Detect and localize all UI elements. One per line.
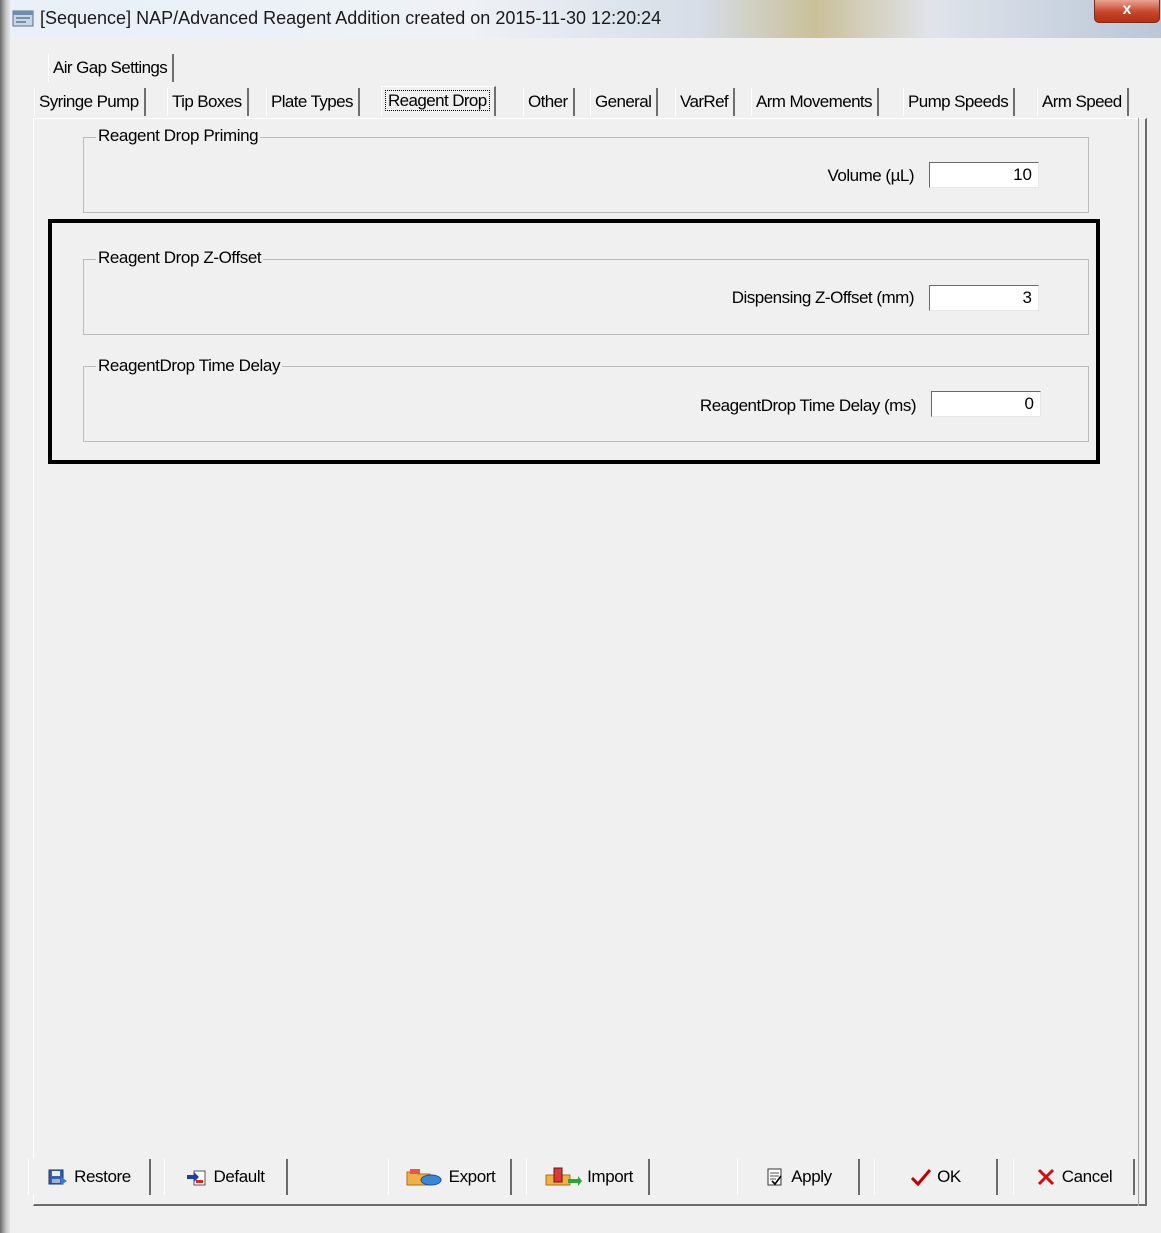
export-button[interactable]: Export — [388, 1159, 512, 1195]
tab-label: Pump Speeds — [908, 92, 1009, 111]
window-title: [Sequence] NAP/Advanced Reagent Addition… — [40, 8, 662, 28]
close-button[interactable]: x — [1094, 0, 1160, 23]
group-title-z-offset: Reagent Drop Z-Offset — [96, 248, 264, 268]
volume-label: Volume (µL) — [827, 166, 915, 185]
import-button[interactable]: Import — [526, 1159, 650, 1195]
tab-page-scroll-edge — [1133, 118, 1139, 1206]
tab-tip-boxes[interactable]: Tip Boxes — [167, 88, 249, 116]
settings-window: [Sequence] NAP/Advanced Reagent Addition… — [0, 0, 1161, 1233]
tab-label: Arm Movements — [756, 92, 873, 111]
title-bar[interactable]: [Sequence] NAP/Advanced Reagent Addition… — [10, 0, 1161, 39]
tab-label: Reagent Drop — [385, 90, 490, 111]
default-arrow-doc-icon — [187, 1170, 206, 1186]
tab-label: Syringe Pump — [39, 92, 139, 111]
apply-doc-icon — [767, 1168, 782, 1186]
close-icon: x — [1122, 1, 1132, 18]
dispensing-z-offset-input[interactable]: 3 — [929, 285, 1039, 311]
import-folder-icon — [545, 1167, 583, 1186]
export-label: Export — [448, 1167, 496, 1186]
window-app-icon — [12, 10, 34, 27]
tab-label: Tip Boxes — [172, 92, 242, 111]
dialog-client-area: Air Gap Settings Syringe Pump Tip Boxes … — [10, 38, 1161, 1233]
apply-button[interactable]: Apply — [737, 1159, 860, 1195]
x-icon — [1037, 1168, 1054, 1186]
window-left-edge — [0, 0, 10, 1233]
tab-reagent-drop[interactable]: Reagent Drop — [381, 86, 496, 116]
tab-syringe-pump[interactable]: Syringe Pump — [34, 88, 146, 116]
tab-other[interactable]: Other — [523, 88, 575, 116]
import-label: Import — [587, 1167, 633, 1186]
default-label: Default — [213, 1167, 265, 1186]
default-button[interactable]: Default — [164, 1159, 288, 1195]
tab-pump-speeds[interactable]: Pump Speeds — [903, 88, 1016, 116]
restore-button[interactable]: Restore — [28, 1159, 151, 1195]
tab-label: Plate Types — [271, 92, 354, 111]
tab-label: Other — [528, 92, 568, 111]
restore-disk-icon — [48, 1169, 68, 1185]
tab-label: VarRef — [680, 92, 729, 111]
tab-arm-speed[interactable]: Arm Speed — [1037, 88, 1129, 116]
time-delay-label: ReagentDrop Time Delay (ms) — [699, 396, 917, 415]
cancel-button[interactable]: Cancel — [1013, 1159, 1135, 1195]
export-folder-icon — [406, 1169, 442, 1186]
tab-label: Arm Speed — [1042, 92, 1122, 111]
tab-general[interactable]: General — [590, 88, 659, 116]
tab-varref[interactable]: VarRef — [675, 88, 736, 116]
dispensing-z-offset-label: Dispensing Z-Offset (mm) — [731, 288, 915, 307]
group-title-time-delay: ReagentDrop Time Delay — [96, 356, 283, 376]
tab-label: General — [595, 92, 652, 111]
volume-input[interactable]: 10 — [929, 162, 1039, 188]
cancel-label: Cancel — [1061, 1167, 1113, 1186]
tab-label: Air Gap Settings — [53, 58, 168, 77]
checkmark-icon — [911, 1169, 932, 1187]
ok-label: OK — [937, 1167, 961, 1186]
time-delay-input[interactable]: 0 — [931, 391, 1041, 417]
tab-plate-types[interactable]: Plate Types — [266, 88, 360, 116]
tab-air-gap-settings[interactable]: Air Gap Settings — [48, 54, 175, 82]
restore-label: Restore — [74, 1167, 131, 1186]
ok-button[interactable]: OK — [874, 1159, 998, 1195]
tab-arm-movements[interactable]: Arm Movements — [751, 88, 879, 116]
group-title-priming: Reagent Drop Priming — [96, 126, 261, 146]
apply-label: Apply — [791, 1167, 832, 1186]
